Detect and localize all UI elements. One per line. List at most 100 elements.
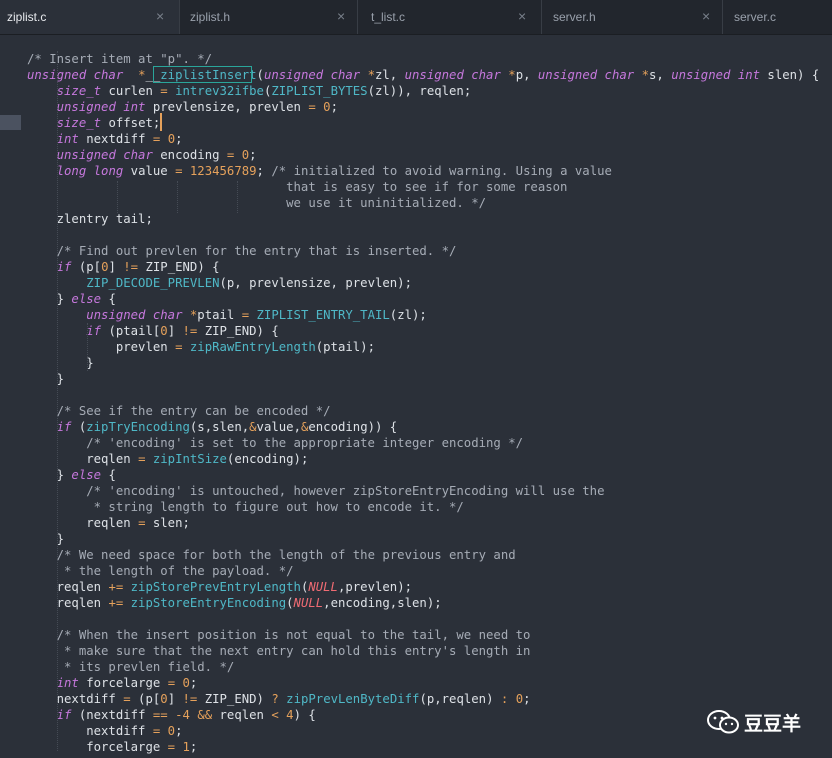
code-token: =	[175, 164, 183, 178]
code-token: if	[56, 260, 72, 274]
code-token: else	[71, 292, 102, 306]
tab-t-list-c[interactable]: t_list.c ×	[358, 0, 542, 34]
code-line: /* 'encoding' is untouched, however zipS…	[27, 483, 827, 499]
code-token: prevlensize, prevlen	[145, 100, 309, 114]
code-token: size_t	[56, 116, 102, 130]
code-token: zipPrevLenByteDiff	[286, 692, 420, 706]
code-token: =	[167, 676, 176, 690]
code-token: &	[249, 420, 257, 434]
code-token: *	[641, 68, 649, 82]
code-token: encoding	[152, 148, 227, 162]
code-token: value,	[256, 420, 301, 434]
code-token: nextdiff	[27, 724, 153, 738]
code-line: * string length to figure out how to enc…	[27, 499, 827, 515]
code-token: * make sure that the next entry can hold…	[27, 644, 531, 658]
code-token: ;	[256, 164, 272, 178]
code-token: ZIP_END) {	[138, 260, 220, 274]
code-token: value	[123, 164, 176, 178]
code-line: ZIP_DECODE_PREVLEN(p, prevlensize, prevl…	[27, 275, 827, 291]
code-token: if	[56, 420, 72, 434]
code-line: }	[27, 355, 827, 371]
code-token: +=	[108, 596, 124, 610]
code-token: ZIP_DECODE_PREVLEN	[86, 276, 220, 290]
code-editor[interactable]: /* Insert item at "p". */unsigned char *…	[27, 51, 827, 758]
code-token: +=	[108, 580, 124, 594]
code-token: 0	[515, 692, 524, 706]
code-token: reqlen	[212, 708, 272, 722]
tab-ziplist-c[interactable]: ziplist.c ×	[0, 0, 180, 34]
close-icon[interactable]: ×	[156, 8, 164, 24]
code-token: nextdiff	[27, 692, 124, 706]
code-line: size_t offset;	[27, 115, 827, 131]
code-token: ]	[108, 260, 124, 274]
close-icon[interactable]: ×	[702, 8, 710, 24]
code-token: ;	[189, 676, 198, 690]
code-token: (	[286, 596, 294, 610]
code-token: NULL	[293, 596, 324, 610]
code-token: (nextdiff	[71, 708, 153, 722]
code-token: 0	[323, 100, 331, 114]
code-token: ;	[175, 132, 183, 146]
code-token: p,	[515, 68, 538, 82]
code-token: we use it uninitialized. */	[27, 196, 487, 210]
tab-label: t_list.c	[371, 10, 406, 24]
code-line: /* See if the entry can be encoded */	[27, 403, 827, 419]
watermark-text: 豆豆羊	[744, 713, 802, 735]
code-token: !=	[182, 692, 198, 706]
code-line: * make sure that the next entry can hold…	[27, 643, 827, 659]
code-token: /* initialized to avoid warning. Using a…	[271, 164, 612, 178]
code-token: ==	[152, 708, 168, 722]
code-token: !=	[182, 324, 198, 338]
close-icon[interactable]: ×	[337, 8, 345, 24]
code-token: 0	[167, 132, 176, 146]
code-line: reqlen = zipIntSize(encoding);	[27, 451, 827, 467]
code-token: (p[	[130, 692, 161, 706]
code-token: ,prevlen);	[337, 580, 413, 594]
code-line: unsigned int prevlensize, prevlen = 0;	[27, 99, 827, 115]
code-line: }	[27, 371, 827, 387]
code-token: curlen	[101, 84, 161, 98]
code-token: (p[	[71, 260, 102, 274]
code-token: zipStoreEntryEncoding	[130, 596, 287, 610]
code-line: that is easy to see if for some reason	[27, 179, 827, 195]
code-line: unsigned char *ptail = ZIPLIST_ENTRY_TAI…	[27, 307, 827, 323]
code-token: else	[71, 468, 102, 482]
tab-server-h[interactable]: server.h ×	[542, 0, 723, 34]
code-token: ;	[249, 148, 257, 162]
code-token: 0	[182, 676, 190, 690]
code-line: /* 'encoding' is set to the appropriate …	[27, 435, 827, 451]
code-token: =	[308, 100, 316, 114]
code-token: slen) {	[760, 68, 820, 82]
code-line: reqlen += zipStoreEntryEncoding(NULL,enc…	[27, 595, 827, 611]
tab-ziplist-h[interactable]: ziplist.h ×	[180, 0, 358, 34]
code-token: }	[27, 468, 72, 482]
code-token: zipIntSize	[152, 452, 227, 466]
code-token: =	[167, 740, 176, 754]
close-icon[interactable]: ×	[518, 8, 526, 24]
code-line: } else {	[27, 467, 827, 483]
code-token: long long	[56, 164, 124, 178]
code-token: unsigned char	[27, 68, 124, 82]
tab-server-c[interactable]: server.c	[723, 0, 832, 34]
code-line: unsigned char encoding = 0;	[27, 147, 827, 163]
code-line: reqlen = slen;	[27, 515, 827, 531]
code-token: reqlen	[27, 516, 139, 530]
code-token: !=	[123, 260, 139, 274]
code-line: }	[27, 531, 827, 547]
code-token: }	[27, 372, 65, 386]
code-token: /* When the insert position is not equal…	[56, 628, 531, 642]
code-token: 123456789	[189, 164, 257, 178]
